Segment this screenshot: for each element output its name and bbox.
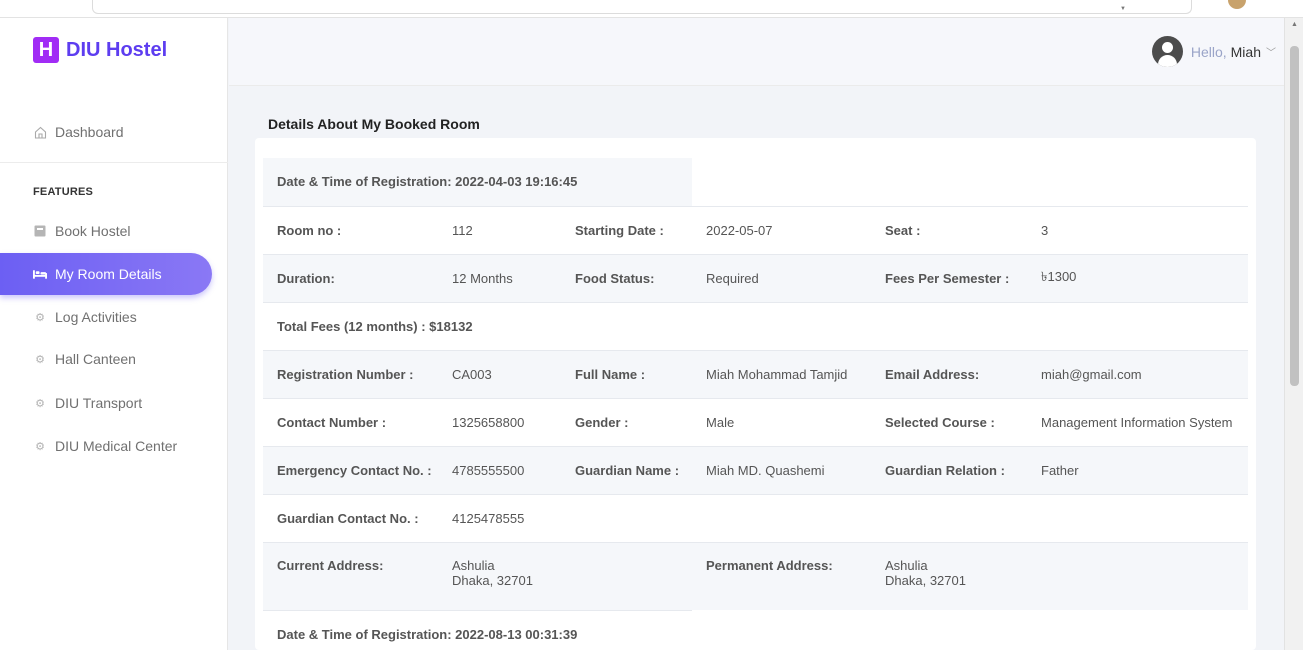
fees-value: ৳1300: [1027, 253, 1249, 302]
current-address-line1: Ashulia: [452, 557, 495, 573]
browser-tab-outline: [92, 0, 1192, 14]
room-details-table: Date & Time of Registration: 2022-04-03 …: [263, 158, 1249, 650]
permanent-address-value: Ashulia Dhaka, 32701: [871, 541, 1249, 610]
sidebar-item-label: DIU Transport: [55, 395, 143, 411]
guardian-relation-value: Father: [1027, 445, 1249, 494]
caret-icon: ▼: [1120, 6, 1126, 12]
sidebar-divider: [0, 162, 228, 163]
table-row: Duration: 12 Months Food Status: Require…: [263, 253, 1249, 302]
sidebar-item-dashboard[interactable]: Dashboard: [0, 111, 212, 153]
duration-value: 12 Months: [438, 253, 561, 302]
email-value: miah@gmail.com: [1027, 349, 1249, 398]
table-row: Date & Time of Registration: 2022-04-03 …: [263, 158, 1249, 206]
duration-label: Duration:: [263, 253, 438, 302]
sidebar-item-book-hostel[interactable]: Book Hostel: [0, 210, 212, 252]
selected-course-value: Management Information System: [1027, 397, 1249, 446]
sidebar: H DIU Hostel Dashboard FEATURES Book Hos…: [0, 18, 228, 650]
greeting-text: Hello,: [1190, 43, 1227, 60]
table-row: Room no : 112 Starting Date : 2022-05-07…: [263, 205, 1249, 254]
table-row: Current Address: Ashulia Dhaka, 32701 Pe…: [263, 541, 1249, 610]
table-row: Contact Number : 1325658800 Gender : Mal…: [263, 397, 1249, 446]
full-name-value: Miah Mohammad Tamjid: [692, 349, 872, 398]
sidebar-item-diu-transport[interactable]: ⚙ DIU Transport: [0, 382, 212, 424]
sidebar-section-label: FEATURES: [33, 186, 94, 198]
cogs-icon: ⚙: [35, 397, 45, 410]
cogs-icon: ⚙: [35, 440, 45, 453]
sidebar-item-label: DIU Medical Center: [55, 438, 178, 454]
permanent-address-line1: Ashulia: [885, 557, 928, 573]
selected-course-label: Selected Course :: [871, 397, 1028, 446]
brand-logo-icon: H: [33, 37, 59, 63]
starting-date-label: Starting Date :: [561, 205, 693, 254]
sidebar-item-diu-medical-center[interactable]: ⚙ DIU Medical Center: [0, 425, 212, 467]
book-icon: [33, 224, 47, 238]
guardian-contact-label: Guardian Contact No. :: [263, 493, 438, 542]
table-row: Date & Time of Registration: 2022-08-13 …: [263, 609, 1249, 650]
gender-label: Gender :: [561, 397, 693, 446]
permanent-address-line2: Dhaka, 32701: [885, 572, 966, 588]
sidebar-item-hall-canteen[interactable]: ⚙ Hall Canteen: [0, 338, 212, 380]
table-row: Registration Number : CA003 Full Name : …: [263, 349, 1249, 398]
page-scrollbar[interactable]: ▲: [1284, 18, 1303, 650]
food-status-value: Required: [692, 253, 872, 302]
cogs-icon: ⚙: [35, 311, 45, 324]
brand-name: DIU Hostel: [66, 38, 168, 61]
total-fees: Total Fees (12 months) : $18132: [263, 301, 1249, 350]
seat-label: Seat :: [871, 205, 1028, 254]
starting-date-value: 2022-05-07: [692, 205, 872, 254]
permanent-address-label: Permanent Address:: [692, 541, 872, 610]
guardian-name-value: Miah MD. Quashemi: [692, 445, 872, 494]
scroll-up-arrow-icon[interactable]: ▲: [1291, 21, 1298, 28]
next-registration-datetime: Date & Time of Registration: 2022-08-13 …: [263, 609, 693, 650]
sidebar-item-label: Book Hostel: [55, 223, 131, 239]
fees-label: Fees Per Semester :: [871, 253, 1028, 302]
sidebar-item-label: Log Activities: [55, 309, 137, 325]
registration-number-label: Registration Number :: [263, 349, 438, 398]
sidebar-item-my-room-details[interactable]: My Room Details: [0, 253, 212, 295]
room-no-label: Room no :: [263, 205, 438, 254]
browser-avatar-icon[interactable]: [1228, 0, 1246, 9]
table-row: Emergency Contact No. : 4785555500 Guard…: [263, 445, 1249, 494]
scrollbar-thumb[interactable]: [1290, 46, 1299, 386]
user-menu[interactable]: Hello, Miah ﹀: [1151, 36, 1276, 67]
emergency-contact-label: Emergency Contact No. :: [263, 445, 438, 494]
room-no-value: 112: [438, 205, 561, 254]
page-title: Details About My Booked Room: [268, 116, 480, 132]
food-status-label: Food Status:: [561, 253, 693, 302]
sidebar-item-label: Dashboard: [55, 124, 124, 140]
full-name-label: Full Name :: [561, 349, 693, 398]
top-header: Hello, Miah ﹀: [229, 18, 1284, 86]
registration-number-value: CA003: [438, 349, 561, 398]
bed-icon: [33, 267, 47, 281]
user-name[interactable]: Miah: [1231, 44, 1261, 60]
guardian-contact-value: 4125478555: [438, 493, 1249, 542]
current-address-value: Ashulia Dhaka, 32701: [438, 541, 693, 610]
chevron-down-icon[interactable]: ﹀: [1266, 44, 1276, 59]
seat-value: 3: [1027, 205, 1249, 254]
emergency-contact-value: 4785555500: [438, 445, 561, 494]
user-avatar-icon[interactable]: [1151, 36, 1183, 67]
contact-number-value: 1325658800: [438, 397, 561, 446]
cogs-icon: ⚙: [35, 353, 45, 366]
sidebar-item-label: Hall Canteen: [55, 351, 136, 367]
guardian-relation-label: Guardian Relation :: [871, 445, 1028, 494]
current-address-label: Current Address:: [263, 541, 438, 610]
brand[interactable]: H DIU Hostel: [33, 37, 167, 63]
browser-top-strip: ▼: [0, 0, 1303, 18]
gender-value: Male: [692, 397, 872, 446]
sidebar-item-log-activities[interactable]: ⚙ Log Activities: [0, 296, 212, 338]
contact-number-label: Contact Number :: [263, 397, 438, 446]
table-row: Total Fees (12 months) : $18132: [263, 301, 1249, 350]
registration-datetime: Date & Time of Registration: 2022-04-03 …: [263, 158, 693, 206]
email-label: Email Address:: [871, 349, 1028, 398]
sidebar-item-label: My Room Details: [55, 266, 162, 282]
guardian-name-label: Guardian Name :: [561, 445, 693, 494]
home-icon: [33, 125, 47, 139]
current-address-line2: Dhaka, 32701: [452, 572, 533, 588]
table-row: Guardian Contact No. : 4125478555: [263, 493, 1249, 542]
